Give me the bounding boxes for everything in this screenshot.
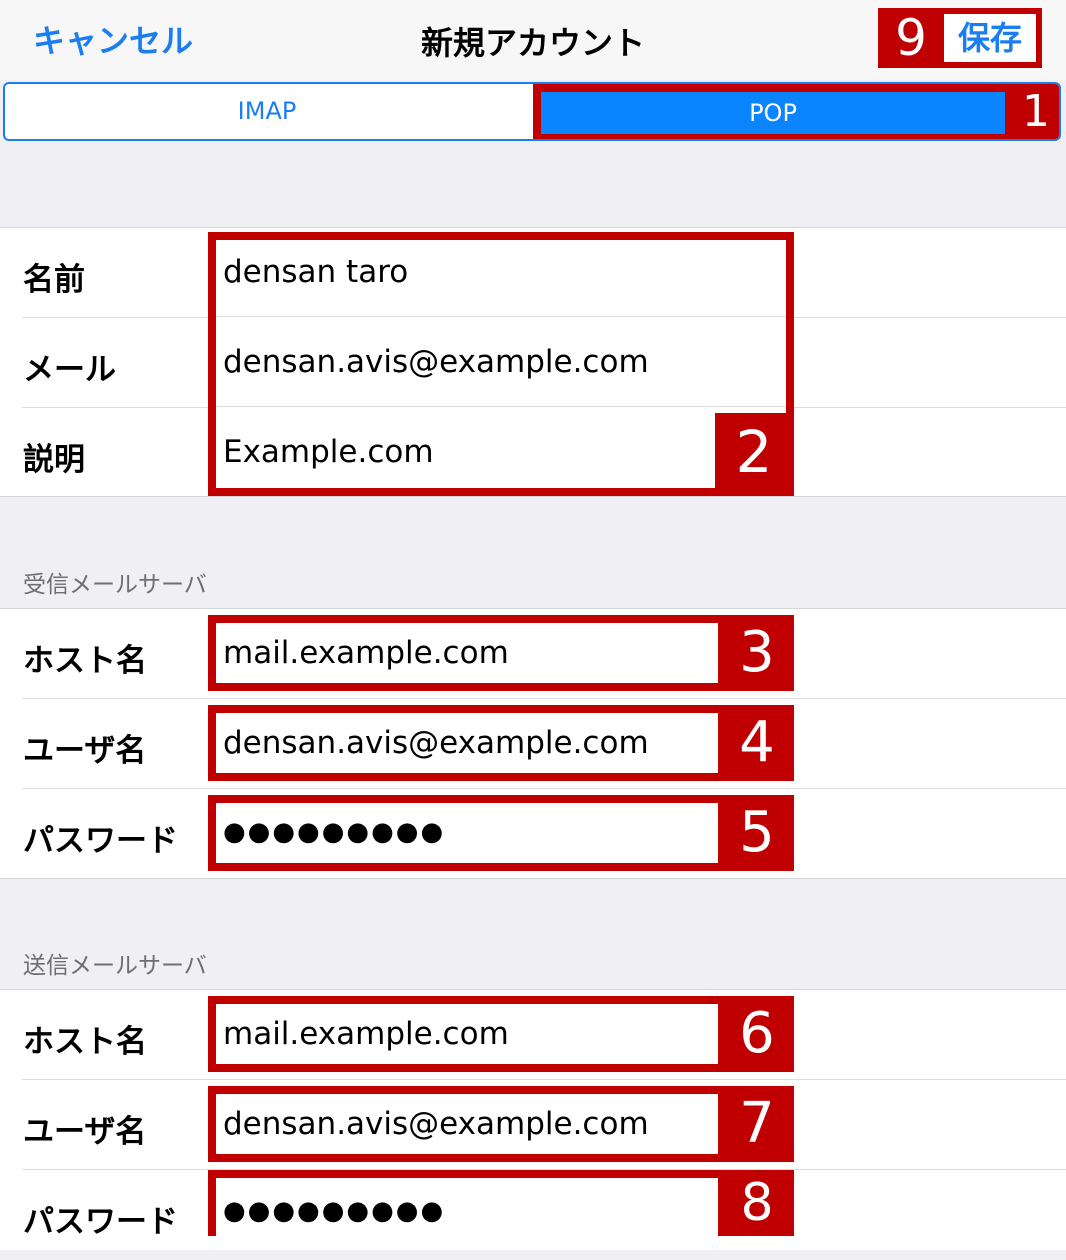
step-badge-8: 8 — [740, 1173, 774, 1233]
pop-highlight: POP 1 — [533, 84, 1059, 139]
incoming-host-highlight: mail.example.com 3 — [208, 615, 794, 691]
incoming-host-field[interactable]: mail.example.com — [223, 635, 509, 671]
tab-imap[interactable]: IMAP — [5, 84, 529, 139]
tab-pop[interactable]: POP — [541, 92, 1005, 134]
outgoing-user-label: ユーザ名 — [23, 1114, 147, 1150]
incoming-password-field[interactable]: ●●●●●●●●● — [223, 817, 445, 847]
step-badge-6: 6 — [739, 1001, 775, 1066]
step-badge-3: 3 — [739, 620, 775, 685]
field-divider — [216, 406, 786, 407]
incoming-user-label: ユーザ名 — [23, 733, 147, 769]
outgoing-server-group: ホスト名 ユーザ名 パスワード mail.example.com 6 densa… — [0, 989, 1066, 1250]
save-button[interactable]: 保存 — [944, 14, 1036, 62]
name-label: 名前 — [23, 262, 85, 298]
field-divider — [216, 316, 786, 317]
navigation-bar: キャンセル 新規アカウント 9 保存 — [0, 0, 1066, 80]
incoming-password-highlight: ●●●●●●●●● 5 — [208, 795, 794, 871]
save-highlight: 9 保存 — [878, 8, 1042, 68]
outgoing-password-highlight: ●●●●●●●●● 8 — [208, 1170, 794, 1236]
name-field[interactable]: densan taro — [223, 254, 408, 290]
step-badge-1: 1 — [1022, 86, 1050, 137]
incoming-user-highlight: densan.avis@example.com 4 — [208, 705, 794, 781]
step-badge-9: 9 — [895, 9, 927, 67]
step-badge-7: 7 — [739, 1091, 775, 1156]
incoming-server-group: ホスト名 ユーザ名 パスワード mail.example.com 3 densa… — [0, 608, 1066, 879]
incoming-password-label: パスワード — [23, 823, 178, 859]
outgoing-user-highlight: densan.avis@example.com 7 — [208, 1086, 794, 1162]
outgoing-server-header: 送信メールサーバ — [23, 953, 207, 979]
step-badge-5: 5 — [739, 800, 775, 865]
account-type-segmented-control: IMAP POP 1 — [3, 82, 1061, 141]
step-badge-2: 2 — [735, 418, 773, 486]
incoming-host-label: ホスト名 — [23, 643, 147, 679]
outgoing-host-highlight: mail.example.com 6 — [208, 996, 794, 1072]
account-fields-highlight: densan taro densan.avis@example.com Exam… — [208, 232, 794, 496]
account-info-group: 名前 メール 説明 densan taro densan.avis@exampl… — [0, 227, 1066, 497]
outgoing-host-label: ホスト名 — [23, 1024, 147, 1060]
email-label: メール — [23, 352, 116, 388]
description-field[interactable]: Example.com — [223, 434, 434, 470]
description-label: 説明 — [23, 442, 85, 478]
incoming-server-header: 受信メールサーバ — [23, 572, 207, 598]
step-badge-4: 4 — [739, 710, 775, 775]
outgoing-user-field[interactable]: densan.avis@example.com — [223, 1106, 649, 1142]
incoming-user-field[interactable]: densan.avis@example.com — [223, 725, 649, 761]
outgoing-password-field[interactable]: ●●●●●●●●● — [223, 1196, 445, 1226]
email-field[interactable]: densan.avis@example.com — [223, 344, 649, 380]
outgoing-password-label: パスワード — [23, 1204, 178, 1240]
outgoing-host-field[interactable]: mail.example.com — [223, 1016, 509, 1052]
